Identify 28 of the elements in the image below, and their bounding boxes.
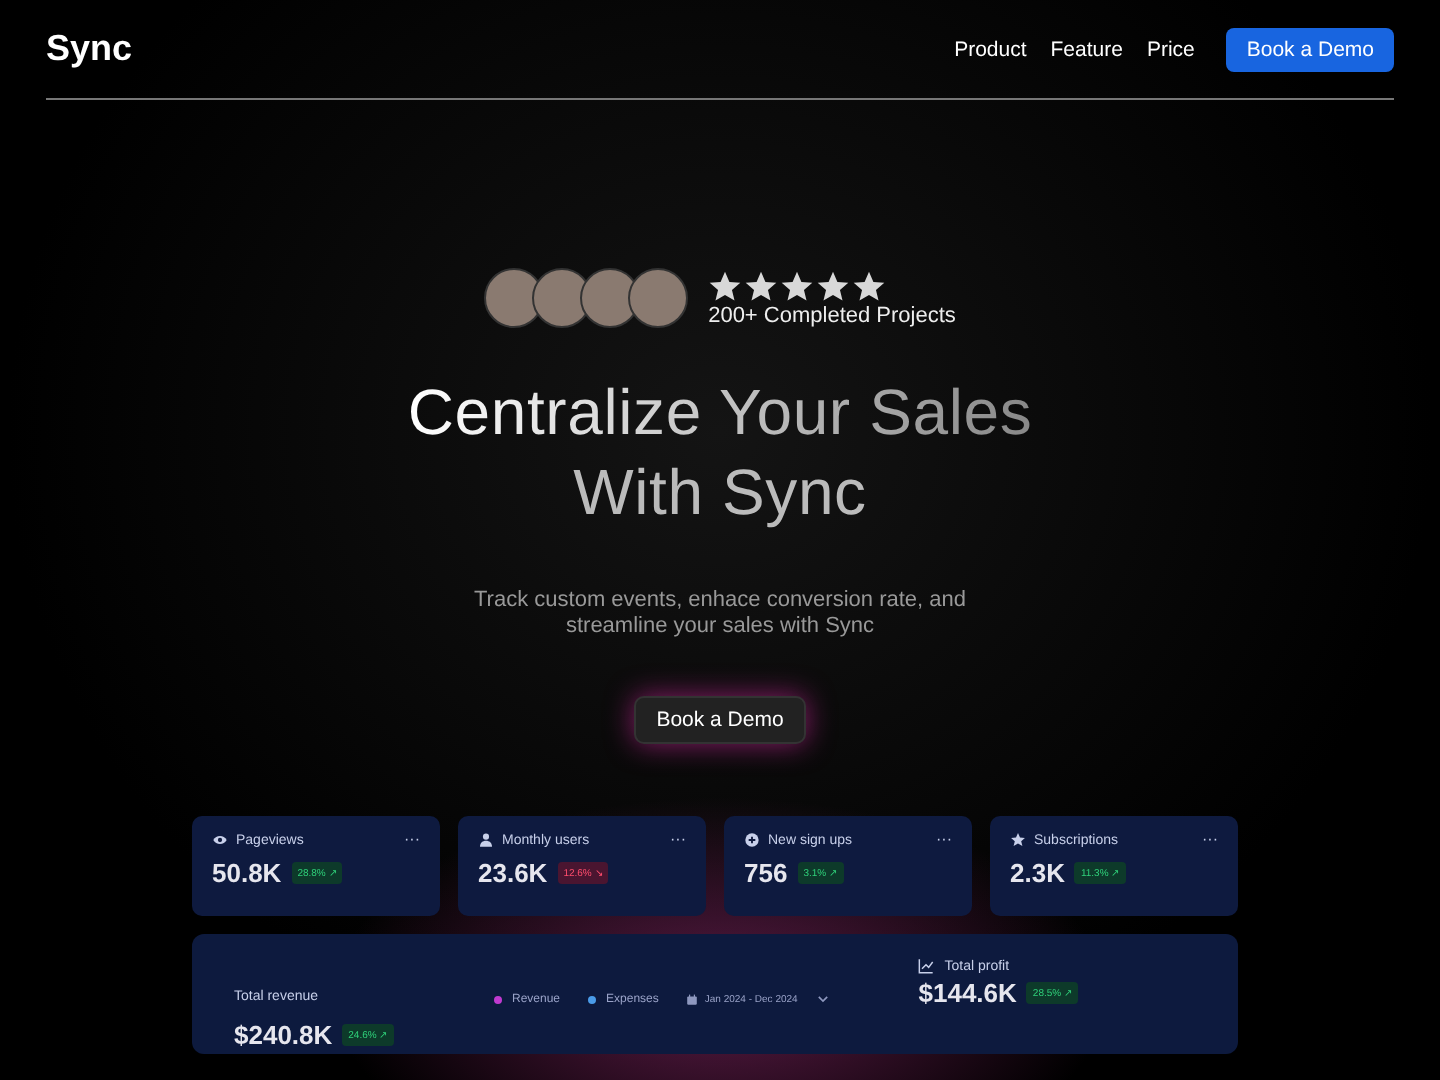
- book-demo-button[interactable]: Book a Demo: [1226, 27, 1394, 71]
- hero-subtitle: streamline your sales with Sync: [565, 614, 875, 640]
- stat-value: 50.8K: [212, 858, 282, 888]
- line-chart-icon: [918, 958, 935, 974]
- nav-link[interactable]: Product: [954, 37, 1027, 61]
- proof-text: 200+ Completed Projects: [708, 303, 956, 327]
- eye-icon: [212, 832, 228, 848]
- stat-value: 756: [744, 858, 788, 888]
- book-demo-button[interactable]: Book a Demo: [634, 696, 806, 744]
- more-button[interactable]: ···: [404, 832, 420, 848]
- plus-icon: [744, 832, 760, 848]
- stat-value: 23.6K: [478, 858, 548, 888]
- profit-value: $144.6K: [918, 978, 1017, 1008]
- stat-value: 2.3K: [1010, 858, 1065, 888]
- avatar: [628, 268, 689, 328]
- more-button[interactable]: ···: [936, 832, 952, 848]
- more-button[interactable]: ···: [1202, 832, 1218, 848]
- revenue-value: $240.8K: [234, 1020, 333, 1050]
- hero-title: With Sync: [573, 454, 867, 532]
- logo[interactable]: Sync: [46, 28, 133, 70]
- user-icon: [478, 832, 494, 848]
- hero-subtitle: Track custom events, enhace conversion rate, and: [474, 588, 966, 614]
- nav-link[interactable]: Feature: [1050, 37, 1123, 61]
- calendar-icon: [686, 993, 699, 1005]
- chevron-down-icon: [815, 992, 830, 1006]
- star-icon: [1010, 832, 1026, 848]
- more-button[interactable]: ···: [670, 832, 686, 848]
- nav-link[interactable]: Price: [1146, 37, 1195, 61]
